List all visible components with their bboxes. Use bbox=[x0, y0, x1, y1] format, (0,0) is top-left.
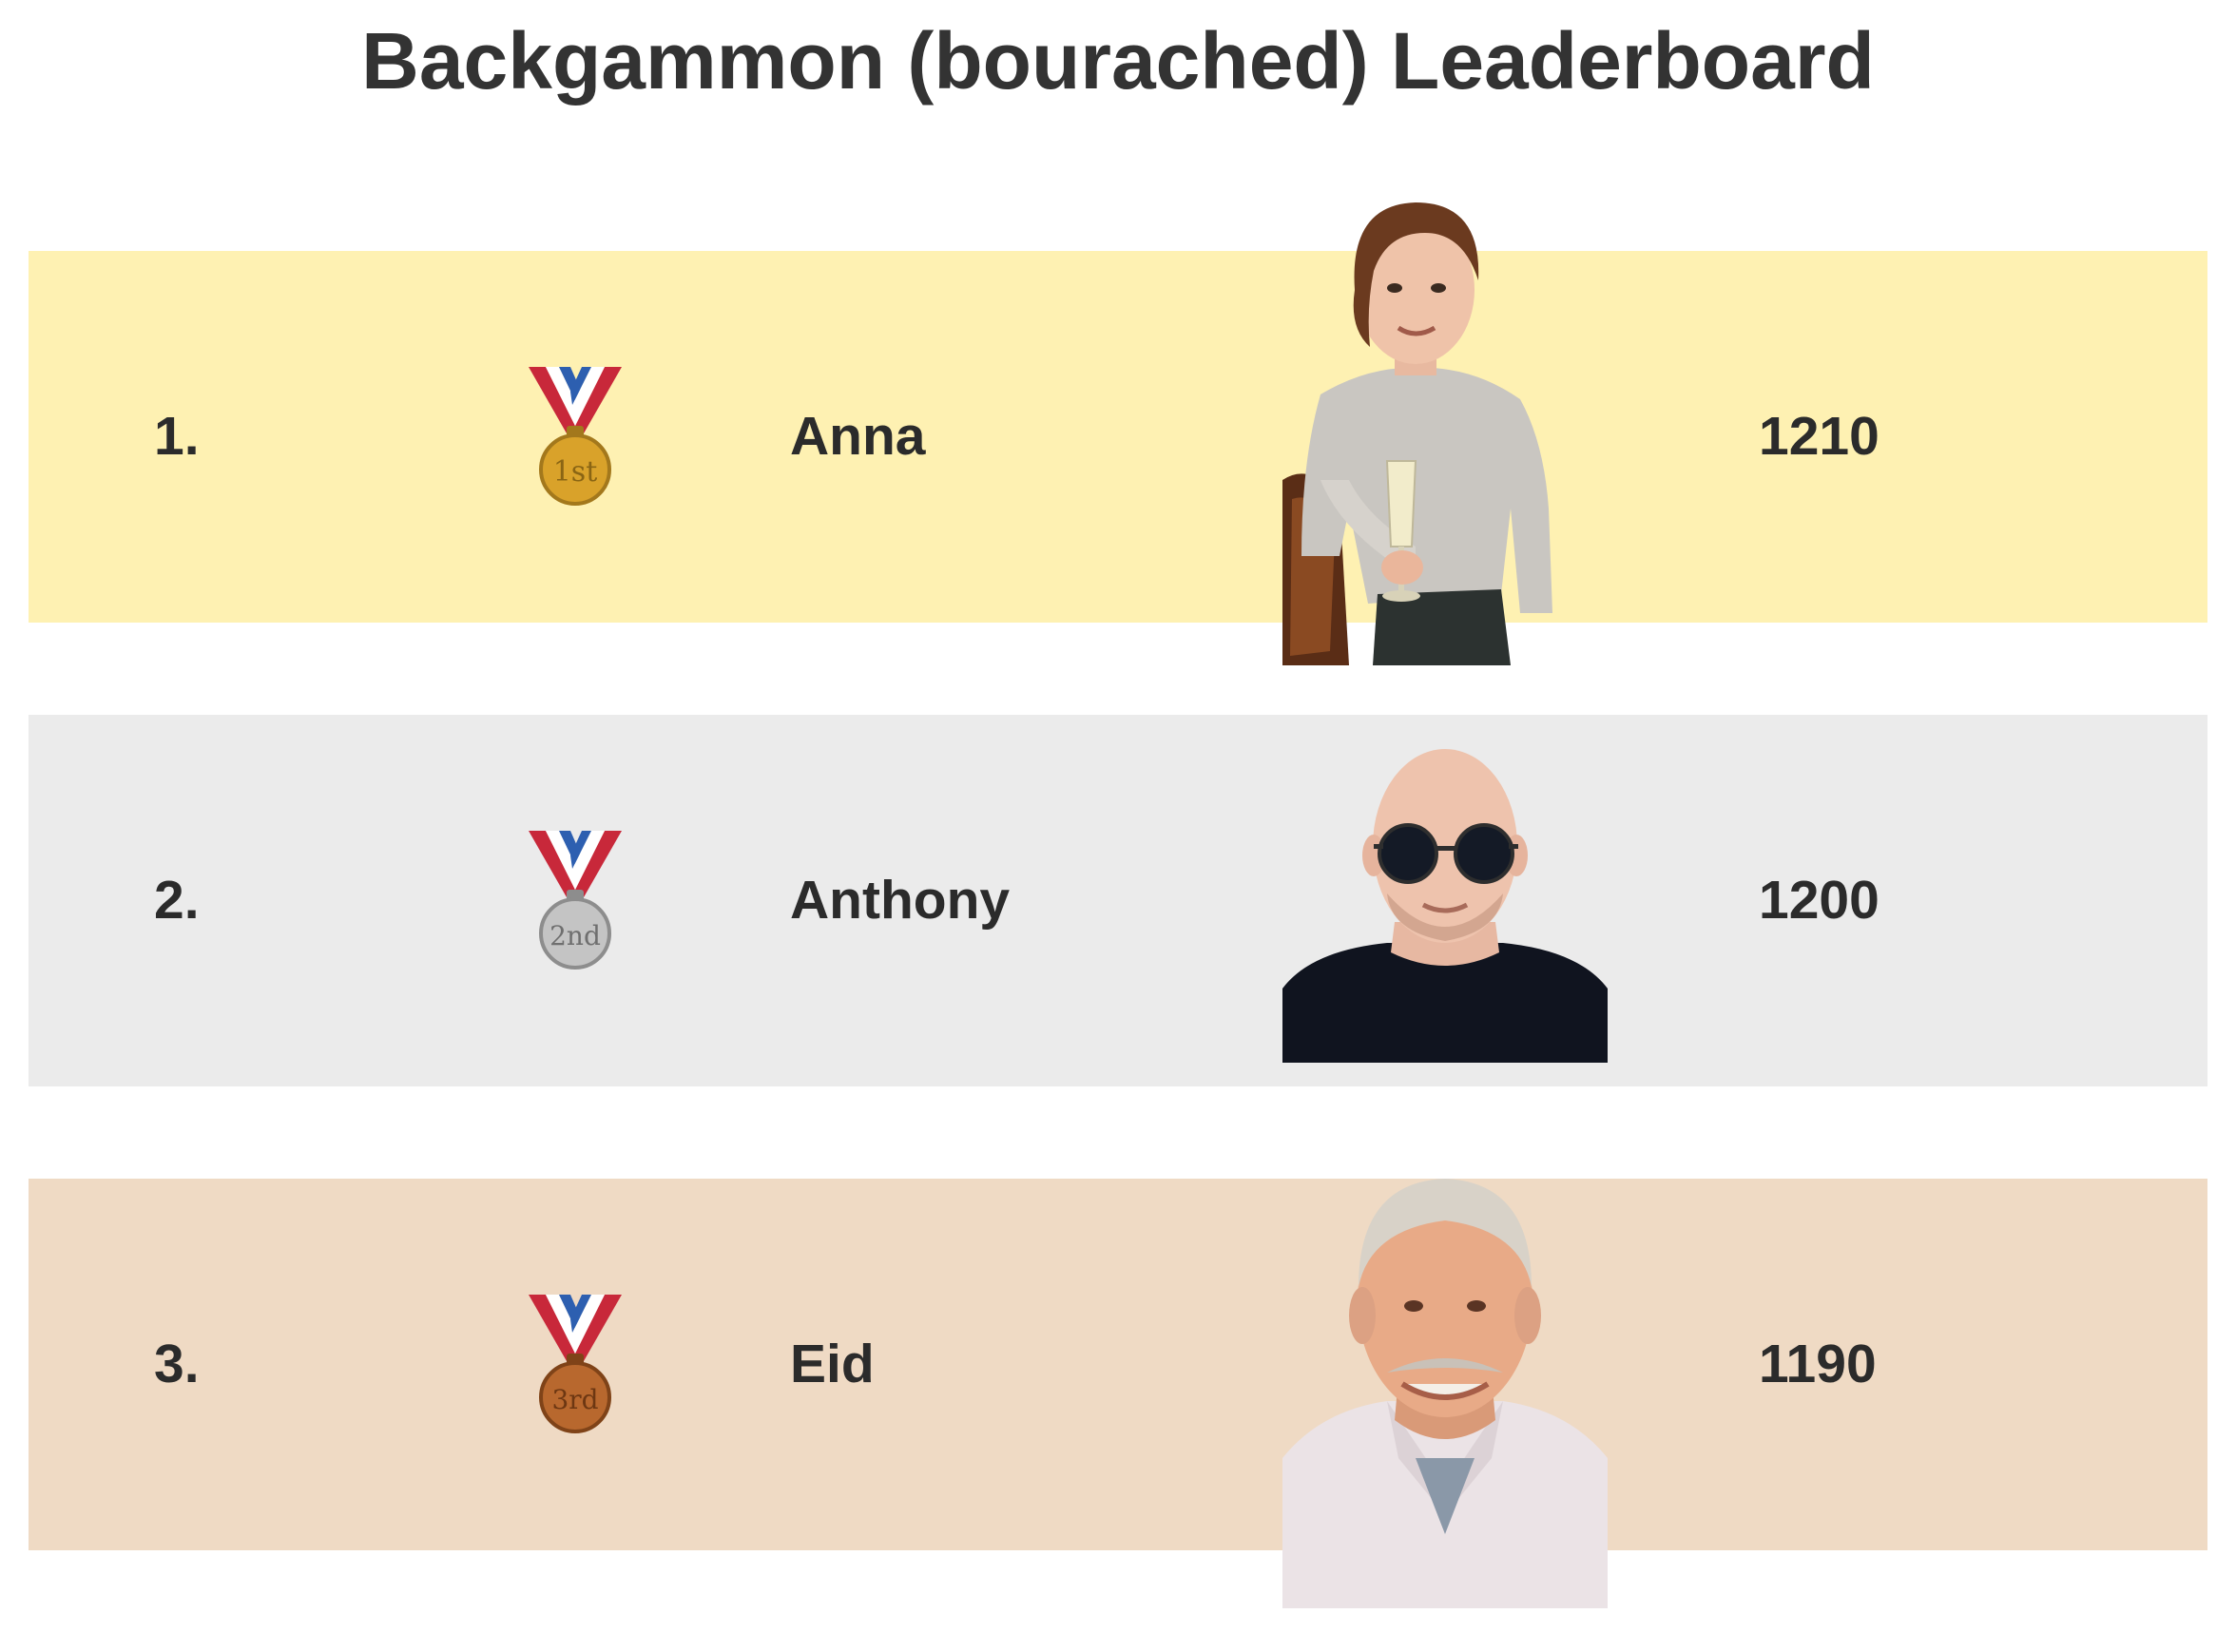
second-place-medal-icon: 2nd bbox=[529, 831, 622, 970]
first-place-medal-icon: 1st bbox=[529, 367, 622, 506]
player-name: Eid bbox=[790, 1334, 875, 1394]
rank-label: 3. bbox=[154, 1334, 200, 1394]
leaderboard-row-3: 3. 3rd Eid 1190 bbox=[29, 1179, 2207, 1550]
medal-text: 3rd bbox=[551, 1384, 598, 1415]
player-photo-eid bbox=[1282, 1179, 1608, 1608]
player-photo-anthony bbox=[1282, 749, 1608, 1063]
leaderboard-row-1: 1. 1st Anna 1210 bbox=[29, 251, 2207, 623]
player-name: Anthony bbox=[790, 870, 1011, 931]
player-name: Anna bbox=[790, 406, 926, 467]
third-place-medal-icon: 3rd bbox=[529, 1295, 622, 1433]
player-photo-anna bbox=[1282, 202, 1552, 665]
rank-label: 1. bbox=[154, 406, 200, 467]
leaderboard-row-2: 2. 2nd Anthony 1200 bbox=[29, 715, 2207, 1086]
player-score: 1200 bbox=[1759, 870, 1879, 931]
medal-text: 2nd bbox=[549, 920, 601, 951]
player-score: 1210 bbox=[1759, 406, 1879, 467]
medal-text: 1st bbox=[553, 455, 598, 489]
rank-label: 2. bbox=[154, 870, 200, 931]
leaderboard-title: Backgammon (bourached) Leaderboard bbox=[361, 16, 1875, 106]
player-score: 1190 bbox=[1759, 1334, 1877, 1394]
